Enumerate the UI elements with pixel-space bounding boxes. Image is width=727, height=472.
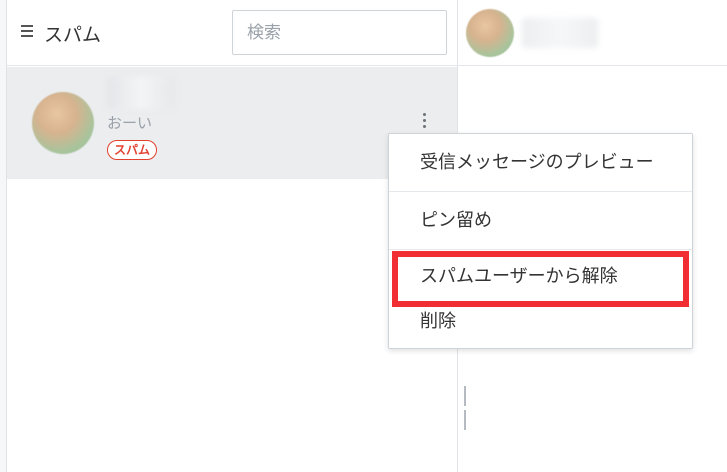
hamburger-menu-icon[interactable]	[21, 25, 33, 37]
avatar	[32, 92, 94, 154]
message-preview: おーい	[107, 114, 153, 132]
folder-title[interactable]: スパム	[44, 20, 101, 47]
menu-item-preview[interactable]: 受信メッセージのプレビュー	[389, 134, 692, 192]
menu-item-delete[interactable]: 削除	[389, 299, 692, 345]
chat-avatar	[466, 9, 514, 57]
search-input[interactable]	[232, 10, 447, 55]
app-window: スパム おーい スパム 受信メッセージのプレビュー ピン留め スパムユーザーから…	[0, 0, 727, 472]
spam-badge: スパム	[107, 140, 158, 160]
menu-item-pin[interactable]: ピン留め	[389, 192, 692, 250]
resize-handle-icon[interactable]	[464, 386, 471, 430]
left-edge-strip	[0, 0, 7, 472]
context-menu: 受信メッセージのプレビュー ピン留め スパムユーザーから解除 削除	[388, 133, 693, 349]
chat-header	[458, 0, 727, 66]
chat-contact-name-blurred	[522, 18, 598, 48]
contact-name-blurred	[107, 77, 175, 109]
list-header: スパム	[7, 0, 457, 66]
menu-item-unmark-spam[interactable]: スパムユーザーから解除	[389, 250, 692, 304]
kebab-more-icon[interactable]	[420, 113, 428, 133]
